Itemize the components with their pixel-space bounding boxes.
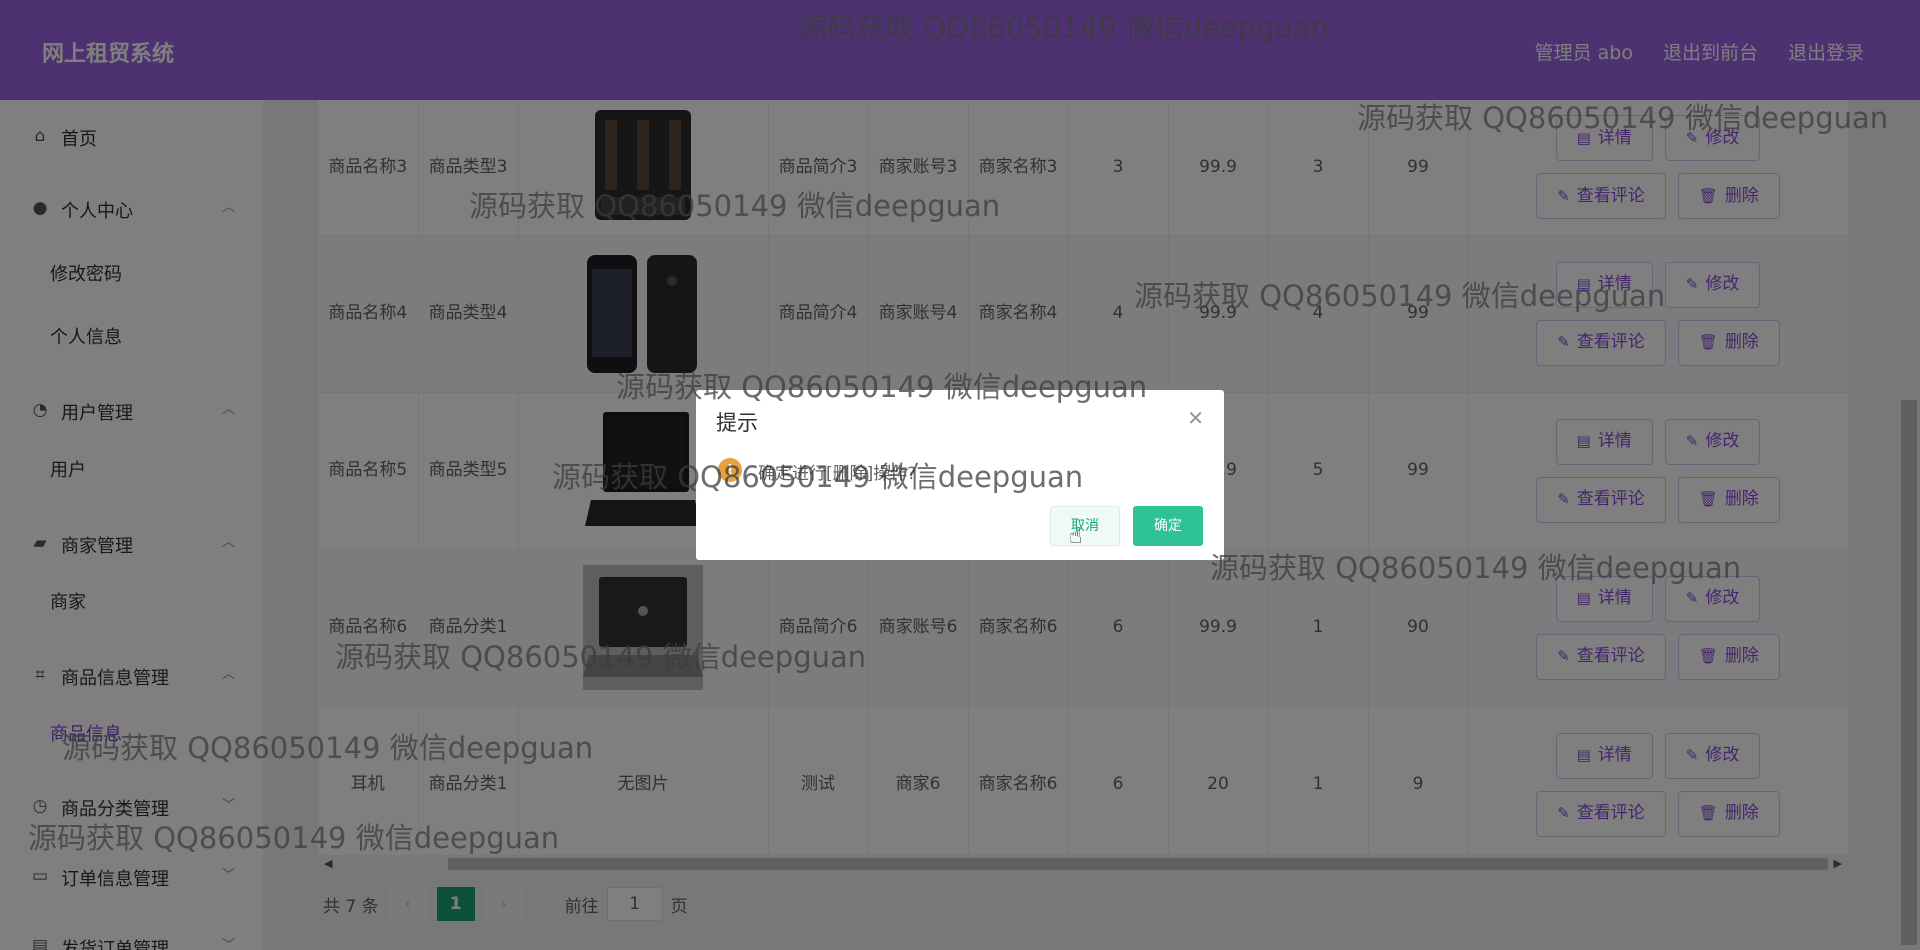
watermark: 源码获取 QQ86050149 微信deepguan [1210, 551, 1742, 585]
watermark: 源码获取 QQ86050149 微信deepguan [616, 370, 1148, 404]
close-icon[interactable]: ✕ [1187, 406, 1204, 430]
confirm-button[interactable]: 确定 [1133, 506, 1203, 546]
watermark: 源码获取 QQ86050149 微信deepguan [552, 460, 1084, 494]
watermark: 源码获取 QQ86050149 微信deepguan [469, 189, 1001, 223]
watermark: 源码获取 QQ86050149 微信deepguan [1134, 279, 1666, 313]
hand-cursor-icon: ☝ [1069, 524, 1083, 549]
watermark: 源码获取 QQ86050149 微信deepguan [798, 11, 1330, 45]
watermark: 源码获取 QQ86050149 微信deepguan [62, 731, 594, 765]
watermark: 源码获取 QQ86050149 微信deepguan [1357, 101, 1889, 135]
watermark: 源码获取 QQ86050149 微信deepguan [335, 640, 867, 674]
dialog-title: 提示 [716, 411, 758, 435]
watermark: 源码获取 QQ86050149 微信deepguan [28, 821, 560, 855]
cancel-button[interactable]: 取消 [1050, 506, 1120, 546]
